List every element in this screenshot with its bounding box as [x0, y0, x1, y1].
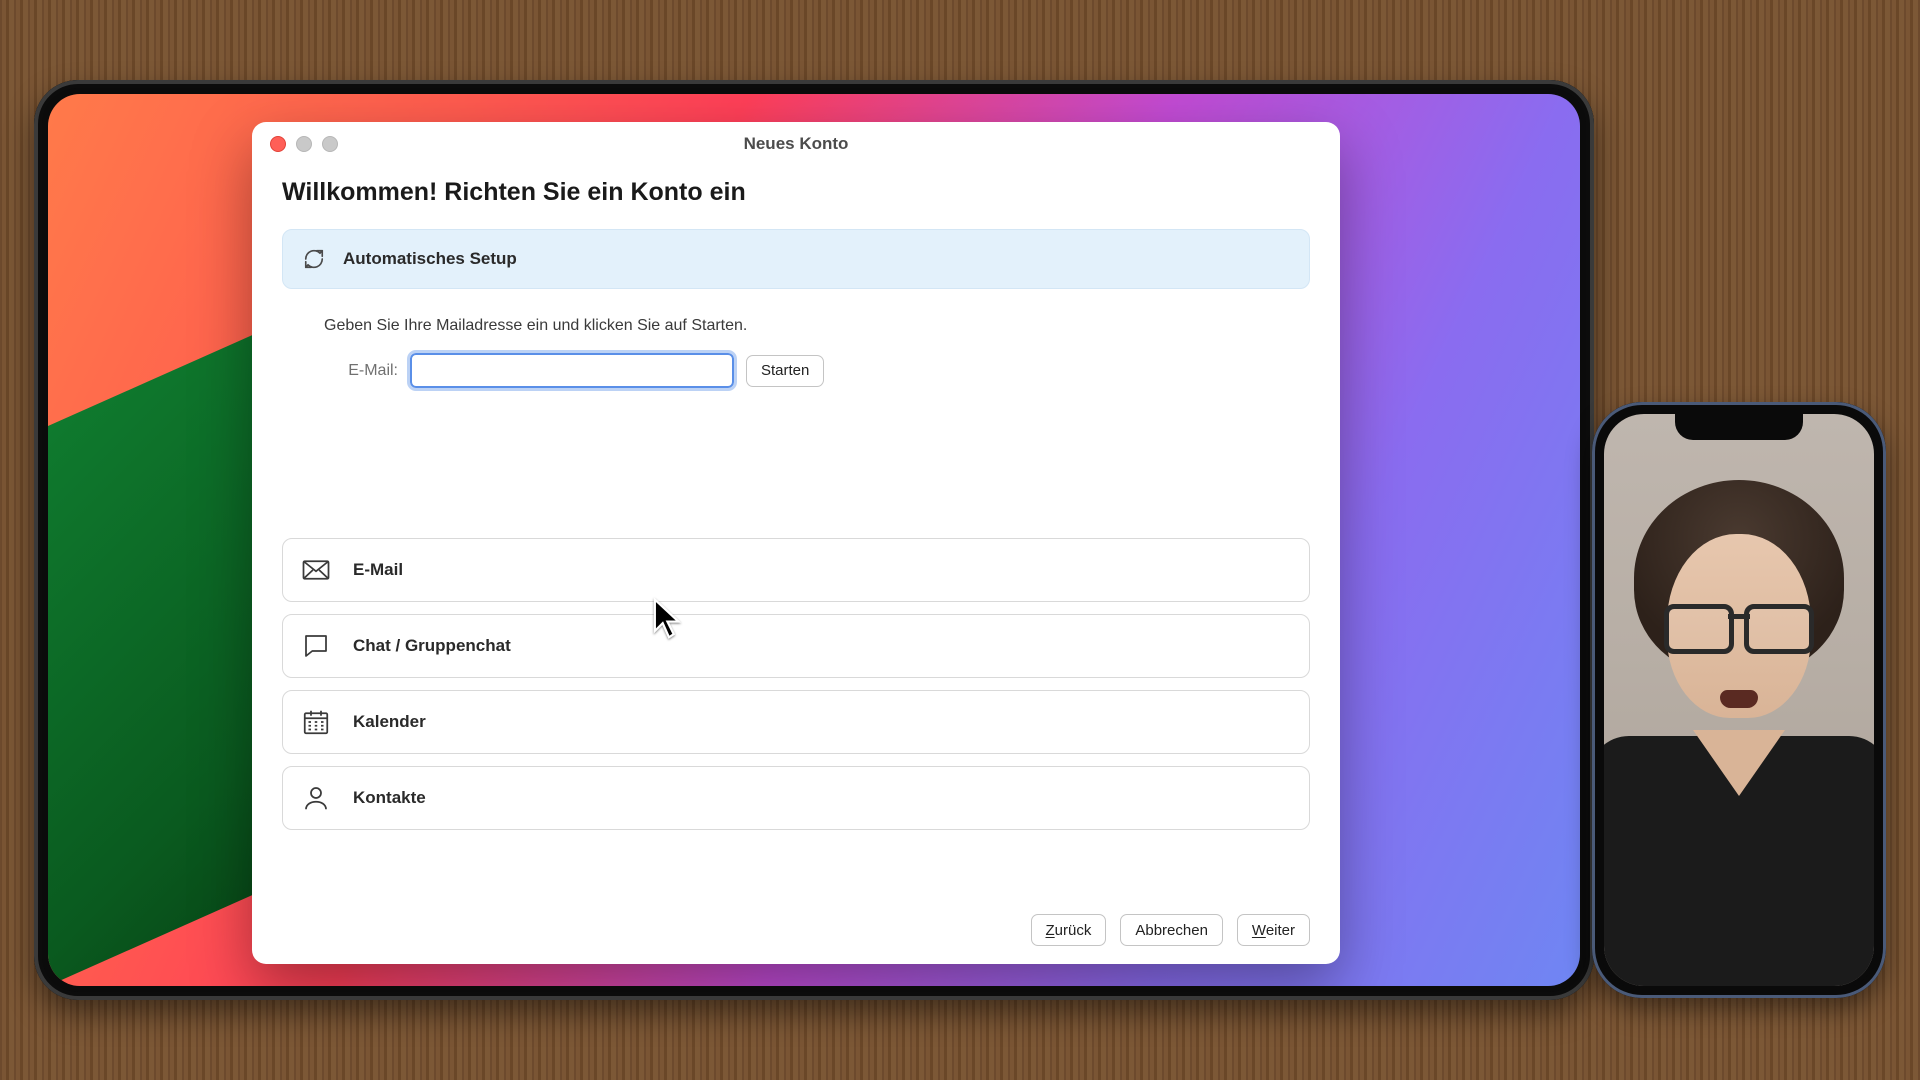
- cancel-button[interactable]: Abbrechen: [1120, 914, 1223, 946]
- next-button[interactable]: Weiter: [1237, 914, 1310, 946]
- account-type-list: E-Mail Chat / Gruppenchat: [282, 538, 1310, 830]
- calendar-icon: [301, 707, 331, 737]
- page-heading: Willkommen! Richten Sie ein Konto ein: [282, 178, 1310, 207]
- option-label: Chat / Gruppenchat: [353, 636, 511, 656]
- email-input[interactable]: [410, 353, 734, 388]
- mail-icon: [301, 555, 331, 585]
- presenter-video: [1604, 414, 1874, 986]
- new-account-window: Neues Konto Willkommen! Richten Sie ein …: [252, 122, 1340, 964]
- window-title: Neues Konto: [252, 134, 1340, 154]
- email-form-row: E-Mail: Starten: [324, 353, 1310, 388]
- sync-icon: [303, 248, 325, 270]
- email-field-label: E-Mail:: [324, 362, 398, 380]
- setup-hint: Geben Sie Ihre Mailadresse ein und klick…: [324, 317, 1310, 335]
- option-email[interactable]: E-Mail: [282, 538, 1310, 602]
- start-button[interactable]: Starten: [746, 355, 824, 387]
- window-content: Willkommen! Richten Sie ein Konto ein Au…: [252, 166, 1340, 964]
- automatic-setup-label: Automatisches Setup: [343, 249, 517, 269]
- window-titlebar: Neues Konto: [252, 122, 1340, 166]
- dialog-footer: Zurück Abbrechen Weiter: [282, 896, 1310, 946]
- phone-screen: [1604, 414, 1874, 986]
- option-calendar[interactable]: Kalender: [282, 690, 1310, 754]
- contacts-icon: [301, 783, 331, 813]
- option-contacts[interactable]: Kontakte: [282, 766, 1310, 830]
- back-button[interactable]: Zurück: [1031, 914, 1107, 946]
- phone-device: [1592, 402, 1886, 998]
- option-chat[interactable]: Chat / Gruppenchat: [282, 614, 1310, 678]
- phone-notch: [1675, 414, 1803, 440]
- option-label: Kalender: [353, 712, 426, 732]
- automatic-setup-banner[interactable]: Automatisches Setup: [282, 229, 1310, 289]
- desk-background: Neues Konto Willkommen! Richten Sie ein …: [0, 0, 1920, 1080]
- tablet-screen: Neues Konto Willkommen! Richten Sie ein …: [48, 94, 1580, 986]
- option-label: E-Mail: [353, 560, 403, 580]
- tablet-device: Neues Konto Willkommen! Richten Sie ein …: [34, 80, 1594, 1000]
- option-label: Kontakte: [353, 788, 426, 808]
- chat-icon: [301, 631, 331, 661]
